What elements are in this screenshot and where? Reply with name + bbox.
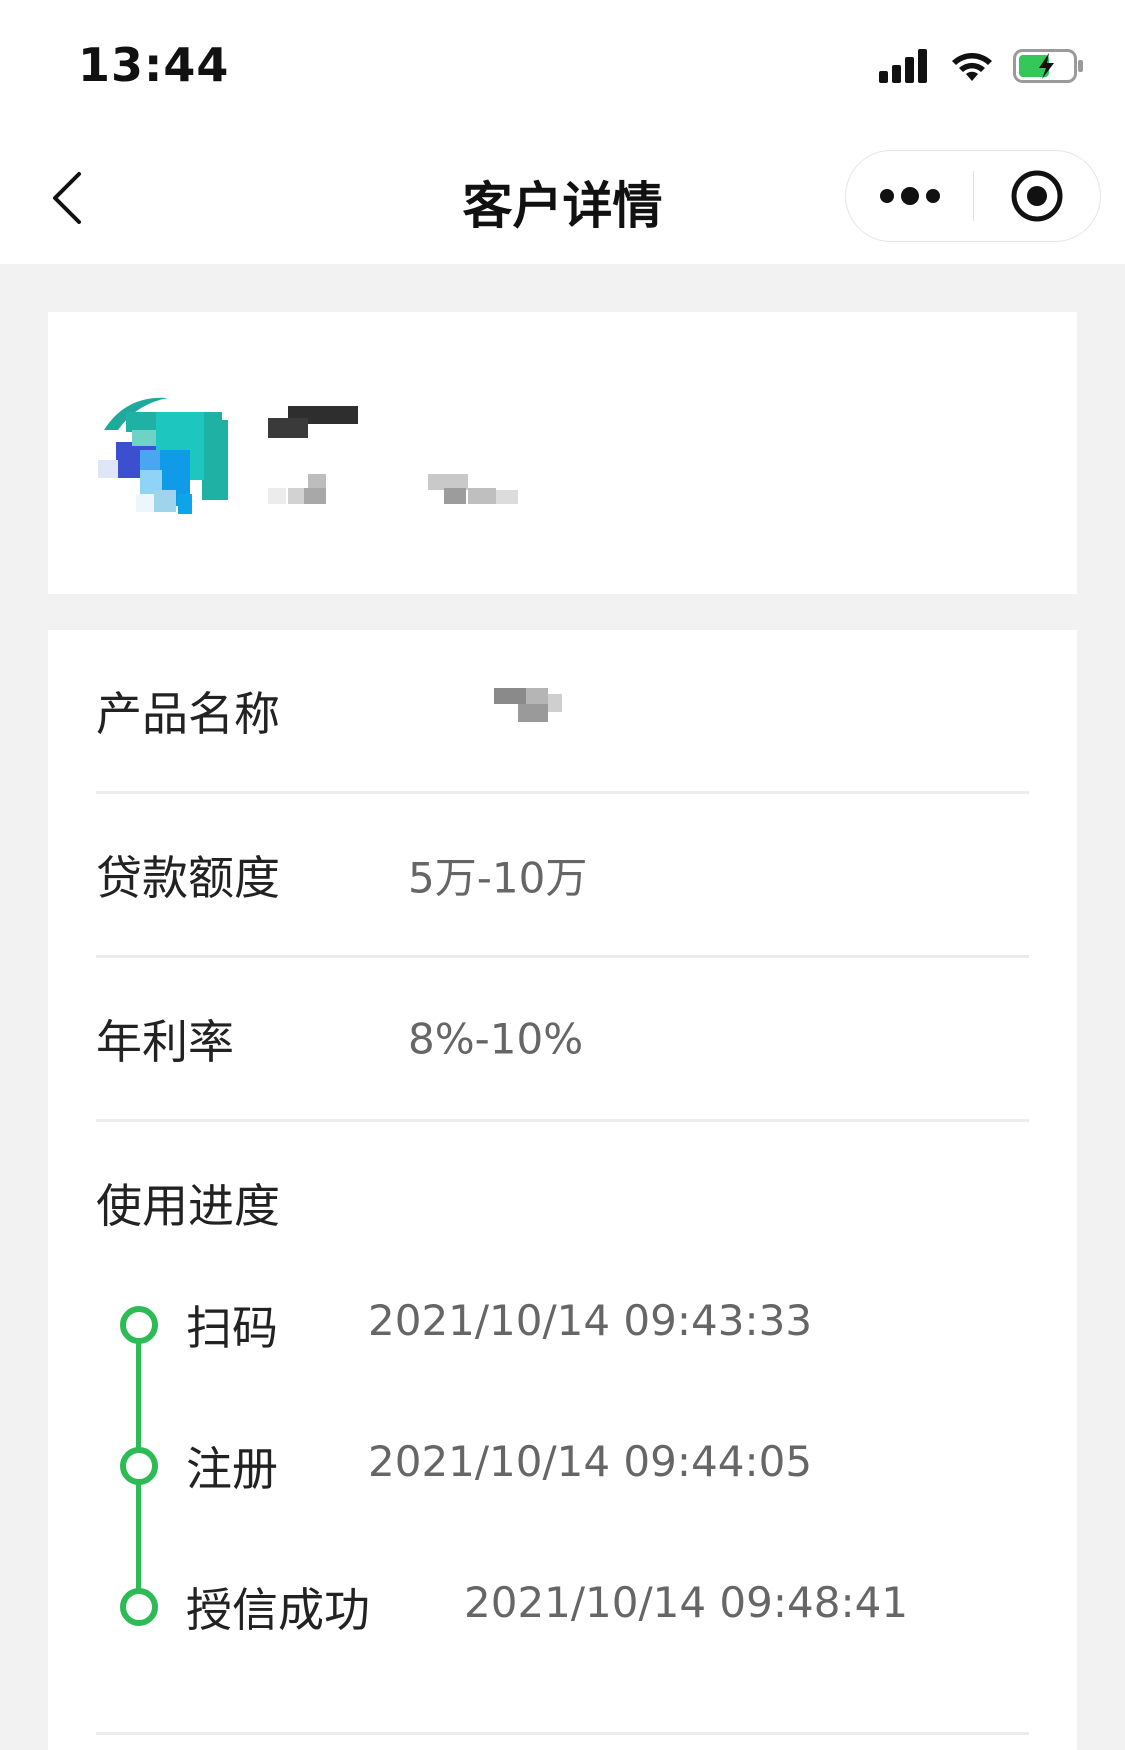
- details-card: 产品名称 贷款额度 5万-10万 年利率 8%-10% 使用进度 扫码 2021…: [48, 630, 1077, 1750]
- loan-amount-value: 5万-10万: [408, 853, 588, 902]
- mini-program-capsule: [845, 150, 1101, 242]
- more-dots-icon: [879, 187, 940, 205]
- timeline-step-label: 扫码: [186, 1301, 278, 1355]
- mosaic-blur: [268, 406, 518, 504]
- timeline-dot-icon: [120, 1447, 158, 1485]
- cellular-signal-icon: [879, 49, 931, 87]
- annual-rate-label: 年利率: [96, 1014, 234, 1069]
- wifi-icon: [949, 49, 995, 87]
- profile-card: [48, 312, 1077, 594]
- loan-amount-label: 贷款额度: [96, 850, 280, 905]
- progress-timeline: 扫码 2021/10/14 09:43:33 注册 2021/10/14 09:…: [120, 1296, 1020, 1637]
- annual-rate-row: 年利率 8%-10%: [96, 958, 1029, 1122]
- close-button[interactable]: [974, 151, 1100, 241]
- annual-rate-value: 8%-10%: [408, 1014, 584, 1063]
- battery-charging-icon: [1013, 48, 1085, 88]
- timeline-step-time: 2021/10/14 09:44:05: [368, 1437, 813, 1486]
- target-close-icon: [1011, 170, 1063, 222]
- loan-amount-row: 贷款额度 5万-10万: [96, 794, 1029, 958]
- bottom-divider: [96, 1732, 1029, 1735]
- status-icons: [879, 48, 1085, 88]
- product-name-label: 产品名称: [96, 686, 280, 741]
- more-button[interactable]: [846, 151, 973, 241]
- avatar[interactable]: [96, 390, 232, 526]
- product-name-mosaic: [494, 688, 562, 722]
- timeline-step-label: 授信成功: [186, 1583, 370, 1637]
- timeline-dot-icon: [120, 1588, 158, 1626]
- nav-bar: 客户详情: [0, 130, 1125, 264]
- status-time: 13:44: [78, 38, 230, 92]
- timeline-step-time: 2021/10/14 09:48:41: [464, 1578, 909, 1627]
- status-bar: 13:44: [0, 0, 1125, 130]
- timeline-item: 授信成功 2021/10/14 09:48:41: [120, 1578, 1020, 1637]
- timeline-step-time: 2021/10/14 09:43:33: [368, 1296, 813, 1345]
- progress-title: 使用进度: [96, 1179, 280, 1233]
- customer-name-mosaic: [268, 404, 568, 538]
- timeline-dot-icon: [120, 1306, 158, 1344]
- product-name-row: 产品名称: [96, 630, 1029, 794]
- customer-avatar: [98, 397, 228, 514]
- timeline-item: 注册 2021/10/14 09:44:05: [120, 1437, 1020, 1496]
- timeline-item: 扫码 2021/10/14 09:43:33: [120, 1296, 1020, 1355]
- timeline-step-label: 注册: [186, 1442, 278, 1496]
